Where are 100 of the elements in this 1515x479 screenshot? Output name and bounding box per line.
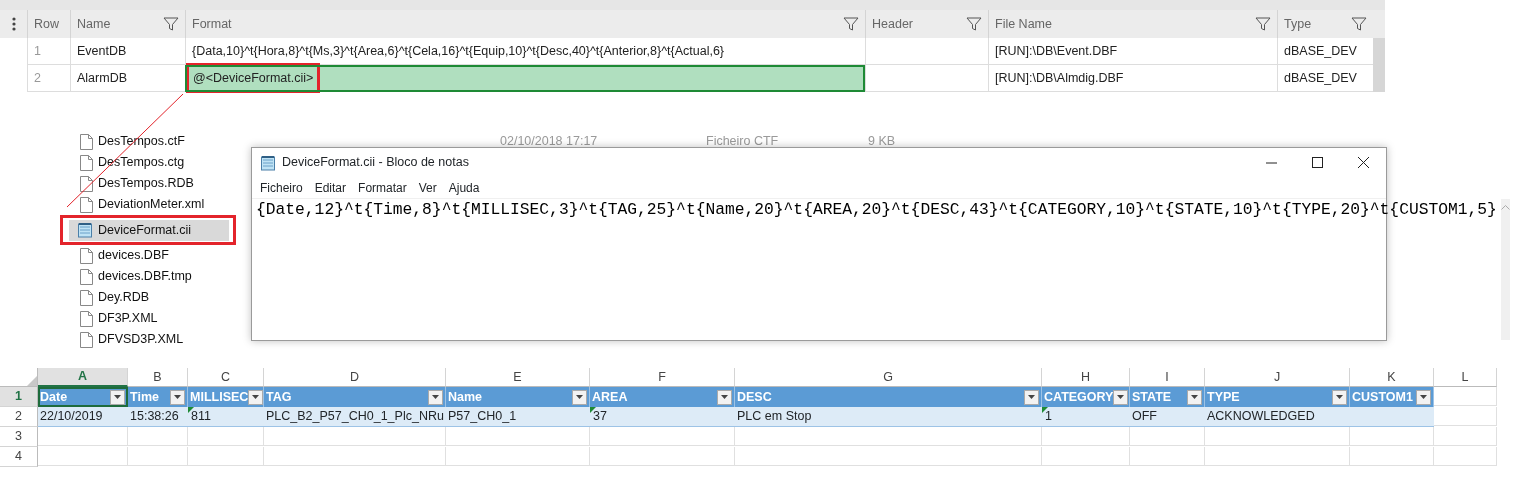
filter-icon[interactable] (843, 16, 859, 32)
table-cell: ACKNOWLEDGED (1205, 407, 1350, 427)
column-letter[interactable]: A (38, 368, 128, 387)
table-cell: [RUN]:\DB\Almdig.DBF (988, 65, 1277, 92)
column-letter[interactable]: C (188, 368, 264, 387)
dropdown-icon (174, 395, 181, 399)
menu-item[interactable]: Editar (308, 178, 353, 197)
header-label: TYPE (1207, 388, 1240, 406)
column-letter[interactable]: D (264, 368, 446, 387)
table-cell: 22/10/2019 (38, 407, 128, 427)
table-cell: PLC em Stop (735, 407, 1042, 427)
row-number[interactable]: 3 (0, 427, 38, 447)
filter-dropdown-button[interactable] (1332, 389, 1347, 405)
editing-cell[interactable]: @<DeviceFormat.cii> (185, 65, 865, 92)
column-letter[interactable]: J (1205, 368, 1350, 387)
file-icon (80, 268, 93, 285)
dropdown-icon (1420, 395, 1427, 399)
filter-dropdown-button[interactable] (1416, 389, 1431, 405)
filter-dropdown-button[interactable] (717, 389, 732, 405)
menu-item[interactable]: Ajuda (442, 178, 486, 197)
header-label: MILLISEC (190, 388, 249, 406)
corner-triangle-icon (27, 376, 37, 386)
row-number[interactable]: 1 (0, 387, 38, 407)
filter-dropdown-button[interactable] (428, 389, 443, 405)
file-item[interactable]: devices.DBF (60, 246, 169, 265)
file-item[interactable]: DesTempos.RDB (60, 174, 194, 193)
file-item[interactable]: Dey.RDB (60, 288, 150, 307)
window-title: DeviceFormat.cii - Bloco de notas (282, 154, 469, 172)
file-item[interactable]: devices.DBF.tmp (60, 267, 192, 286)
file-item[interactable]: DeviceFormat.cii (69, 219, 229, 241)
filter-dropdown-button[interactable] (170, 389, 185, 405)
file-item[interactable]: DF3P.XML (60, 309, 158, 328)
table-cell: 811 (188, 407, 264, 427)
column-header[interactable]: Row (27, 10, 70, 38)
file-icon (80, 331, 93, 348)
menu-item[interactable]: Formatar (352, 178, 413, 197)
scrollbar[interactable] (1373, 38, 1385, 92)
filter-dropdown-button[interactable] (572, 389, 587, 405)
filter-icon[interactable] (1255, 16, 1271, 32)
table-cell: [RUN]:\DB\Event.DBF (988, 38, 1277, 65)
filter-dropdown-button[interactable] (110, 389, 125, 405)
file-type: Ficheiro CTF (706, 133, 780, 151)
column-letter[interactable]: B (128, 368, 188, 387)
table-cell: PLC_B2_P57_CH0_1_Plc_NRu (264, 407, 446, 427)
column-letter[interactable]: F (590, 368, 735, 387)
file-icon (80, 196, 93, 213)
table-cell: OFF (1130, 407, 1205, 427)
filter-dropdown-button[interactable] (1024, 389, 1039, 405)
file-icon (80, 289, 93, 306)
file-item[interactable]: DFVSD3P.XML (60, 330, 184, 349)
filter-dropdown-button[interactable] (1187, 389, 1202, 405)
file-size: 9 KB (868, 133, 897, 151)
column-header[interactable]: Name (70, 10, 185, 38)
dropdown-icon (1336, 395, 1343, 399)
dropdown-icon (432, 395, 439, 399)
header-label: Name (448, 388, 483, 406)
dropdown-icon (1028, 395, 1035, 399)
header-label: Name (77, 15, 111, 33)
filter-icon[interactable] (1351, 16, 1367, 32)
file-icon (80, 310, 93, 327)
column-letter[interactable]: L (1434, 368, 1497, 387)
header-label: Time (130, 388, 159, 406)
dropdown-icon (721, 395, 728, 399)
column-letter[interactable]: K (1350, 368, 1434, 387)
table-cell: 1 (1042, 407, 1130, 427)
filter-icon[interactable] (966, 16, 982, 32)
filter-icon[interactable] (163, 16, 179, 32)
table-cell: 15:38:26 (128, 407, 188, 427)
dropdown-icon (1191, 395, 1198, 399)
table-cell: EventDB (70, 38, 185, 65)
row-number[interactable]: 4 (0, 447, 38, 467)
column-letter[interactable]: E (446, 368, 590, 387)
close-icon (1357, 157, 1369, 168)
header-label: File Name (995, 15, 1052, 33)
filter-dropdown-button[interactable] (1113, 389, 1129, 405)
header-label: Header (872, 15, 913, 33)
header-label: Row (34, 15, 59, 33)
text-area[interactable]: {Date,12}^t{Time,8}^t{MILLISEC,3}^t{TAG,25}^t{Name,20}^t{AREA,20}^t{DESC,43}^t{CATEGORY,10}^t{STATE,10}^t{TYPE,20}^t{CUSTOM1,5} (252, 199, 1501, 340)
empty-cell (128, 447, 188, 466)
scrollbar[interactable] (1500, 199, 1510, 340)
column-header[interactable]: Format (185, 10, 865, 38)
file-icon (80, 133, 93, 150)
notepad-icon (260, 154, 276, 171)
column-letter[interactable]: H (1042, 368, 1130, 387)
file-icon (80, 154, 93, 171)
menu-item[interactable]: Ver (412, 178, 443, 197)
column-letter[interactable]: G (735, 368, 1042, 387)
menu-item[interactable]: Ficheiro (254, 178, 309, 197)
filter-dropdown-button[interactable] (248, 389, 263, 405)
header-label: CATEGORY (1044, 388, 1114, 406)
column-header[interactable]: File Name (988, 10, 1277, 38)
column-header[interactable]: Header (865, 10, 988, 38)
header-label: AREA (592, 388, 628, 406)
column-letter[interactable]: I (1130, 368, 1205, 387)
menu-icon[interactable] (11, 17, 16, 31)
file-item[interactable]: DeviationMeter.xml (60, 195, 205, 214)
header-label: STATE (1132, 388, 1172, 406)
scroll-up-icon (1500, 205, 1510, 210)
header-label: Format (192, 15, 232, 33)
column-header[interactable]: Type (1277, 10, 1373, 38)
